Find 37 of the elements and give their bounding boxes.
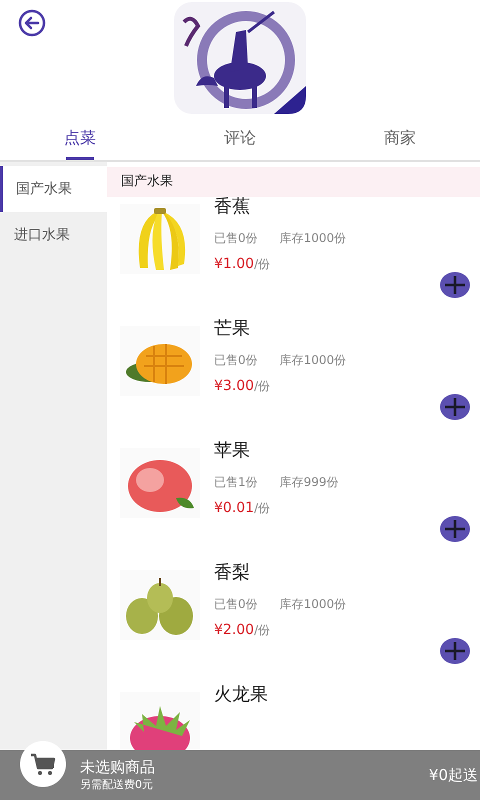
product-name: 火龙果 — [214, 683, 268, 707]
price: ¥1.00 — [214, 256, 254, 272]
tab[interactable]: 商家 — [320, 116, 480, 160]
tab[interactable]: 点菜 — [0, 116, 160, 160]
tab[interactable]: 评论 — [160, 116, 320, 160]
sold-count: 已售0份 — [214, 596, 258, 613]
price-unit: /份 — [254, 379, 270, 393]
price-unit: /份 — [254, 623, 270, 637]
stock-count: 库存1000份 — [280, 596, 346, 613]
product-name: 香蕉 — [214, 195, 251, 219]
stock-count: 库存1000份 — [280, 352, 346, 369]
category-item[interactable]: 国产水果 — [0, 166, 107, 212]
add-icon[interactable] — [440, 638, 470, 664]
back-icon[interactable] — [18, 9, 46, 37]
minimum-order: ¥0起送 — [428, 766, 479, 784]
sold-count: 已售0份 — [214, 230, 258, 247]
product-name: 苹果 — [214, 439, 251, 463]
add-icon[interactable] — [440, 394, 470, 420]
price: ¥2.00 — [214, 622, 254, 638]
stock-count: 库存999份 — [280, 474, 339, 491]
product-name: 芒果 — [214, 317, 251, 341]
price-unit: /份 — [254, 501, 270, 515]
category-header: 国产水果 — [107, 167, 480, 197]
cart-status: 未选购商品 — [80, 758, 155, 777]
price: ¥0.01 — [214, 500, 254, 516]
add-icon[interactable] — [440, 272, 470, 298]
add-icon[interactable] — [440, 516, 470, 542]
cart-button[interactable] — [20, 741, 66, 787]
sold-count: 已售1份 — [214, 474, 258, 491]
delivery-fee: 另需配送费0元 — [80, 777, 154, 792]
price-unit: /份 — [254, 257, 270, 271]
product-name: 香梨 — [214, 561, 251, 585]
price: ¥3.00 — [214, 378, 254, 394]
sold-count: 已售0份 — [214, 352, 258, 369]
stock-count: 库存1000份 — [280, 230, 346, 247]
category-item[interactable]: 进口水果 — [0, 212, 107, 258]
cart-icon — [30, 752, 56, 776]
